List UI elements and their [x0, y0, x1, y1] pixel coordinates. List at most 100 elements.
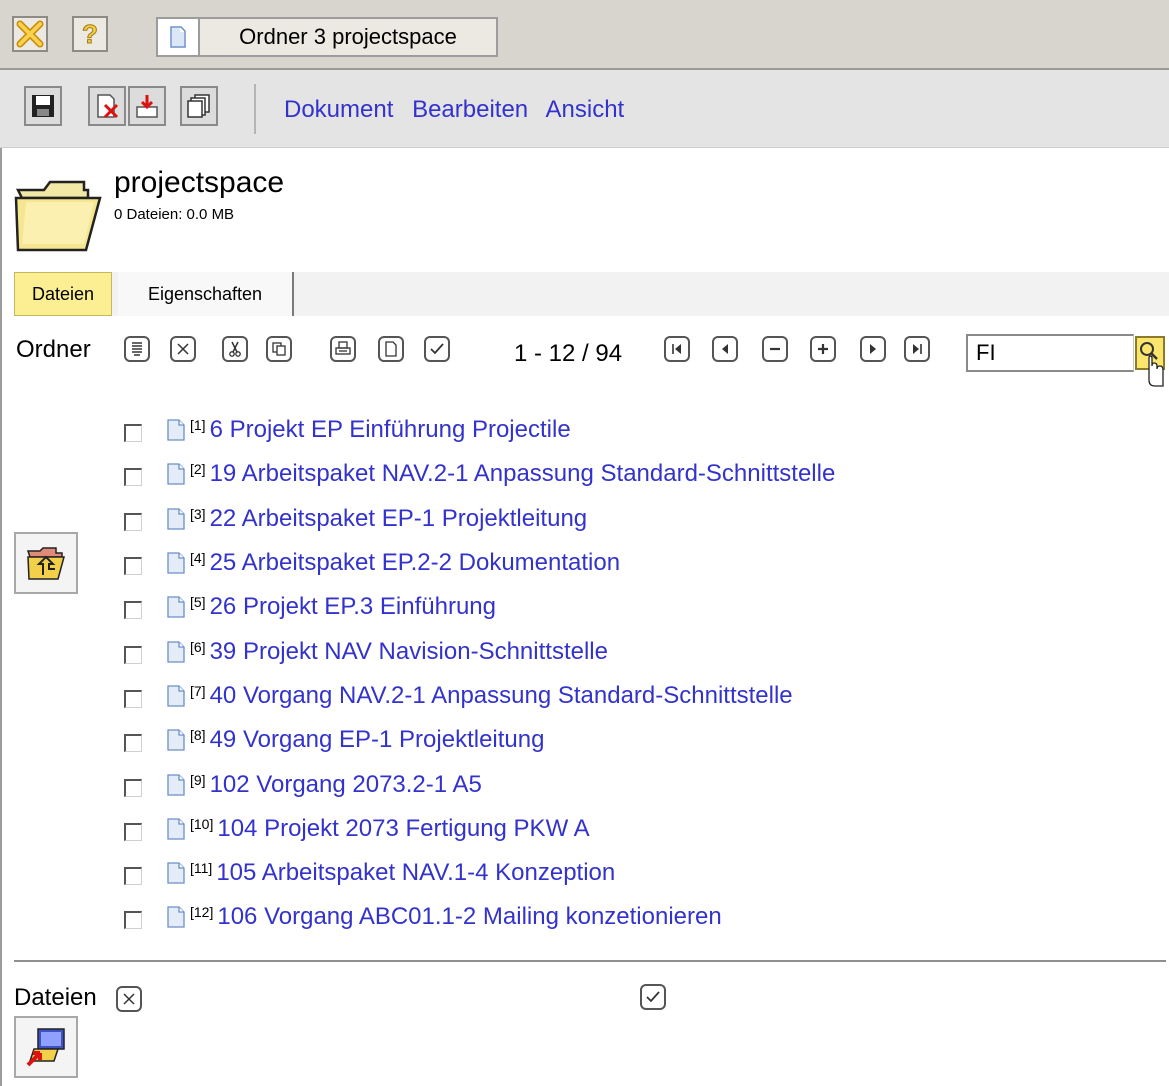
item-link[interactable]: 49 Vorgang EP-1 Projektleitung	[210, 726, 545, 754]
next-icon	[870, 344, 876, 354]
minus-icon	[770, 347, 780, 351]
folder-up-icon	[26, 547, 65, 580]
item-link[interactable]: 102 Vorgang 2073.2-1 A5	[210, 771, 482, 799]
tab-dateien[interactable]: Dateien	[14, 272, 112, 316]
cut-button[interactable]	[222, 336, 248, 362]
copy-button[interactable]	[180, 86, 218, 126]
previous-page-button[interactable]	[712, 336, 738, 362]
list-item: [11] 105 Arbeitspaket NAV.1-4 Konzeption	[124, 851, 835, 895]
item-link[interactable]: 104 Projekt 2073 Fertigung PKW A	[217, 815, 589, 843]
item-link[interactable]: 105 Arbeitspaket NAV.1-4 Konzeption	[216, 859, 615, 887]
scissors-icon	[229, 341, 241, 357]
previous-icon	[722, 344, 728, 354]
close-icon	[16, 20, 44, 48]
document-icon	[166, 463, 186, 486]
item-checkbox[interactable]	[124, 512, 142, 531]
print-button[interactable]	[330, 336, 356, 362]
delete-button[interactable]	[170, 336, 196, 362]
list-item: [2] 19 Arbeitspaket NAV.2-1 Anpassung Sta…	[124, 452, 835, 496]
item-link[interactable]: 19 Arbeitspaket NAV.2-1 Anpassung Standa…	[210, 460, 836, 488]
item-checkbox[interactable]	[124, 778, 142, 797]
download-icon	[136, 95, 158, 118]
list-item: [9] 102 Vorgang 2073.2-1 A5	[124, 762, 835, 806]
item-number: [1]	[190, 417, 206, 434]
item-checkbox[interactable]	[124, 734, 142, 753]
parent-folder-button[interactable]	[14, 532, 78, 594]
item-checkbox[interactable]	[124, 557, 142, 576]
save-button[interactable]	[24, 86, 62, 126]
item-number: [9]	[190, 771, 206, 788]
print-icon	[335, 341, 351, 355]
list-item: [5] 26 Projekt EP.3 Einführung	[124, 585, 835, 629]
toolbar: Dokument Bearbeiten Ansicht	[0, 70, 1169, 148]
item-checkbox[interactable]	[124, 822, 142, 841]
upload-button[interactable]	[14, 1016, 78, 1078]
list-item: [12] 106 Vorgang ABC01.1-2 Mailing konzet…	[124, 895, 835, 939]
remove-files-button[interactable]	[116, 986, 142, 1012]
close-button[interactable]	[12, 16, 48, 52]
x-icon	[177, 343, 189, 355]
item-number: [4]	[190, 550, 206, 567]
item-link[interactable]: 25 Arbeitspaket EP.2-2 Dokumentation	[210, 549, 620, 577]
menu-ansicht[interactable]: Ansicht	[546, 96, 625, 123]
item-checkbox[interactable]	[124, 424, 142, 443]
search-button[interactable]	[1135, 336, 1165, 387]
item-checkbox[interactable]	[124, 911, 142, 930]
folder-info: 0 Dateien: 0.0 MB	[114, 206, 235, 223]
menu-bar: Dokument Bearbeiten Ansicht	[284, 96, 636, 124]
item-checkbox[interactable]	[124, 468, 142, 487]
delete-document-button[interactable]	[88, 86, 126, 126]
item-link[interactable]: 6 Projekt EP Einführung Projectile	[210, 416, 571, 444]
item-link[interactable]: 40 Vorgang NAV.2-1 Anpassung Standard-Sc…	[210, 682, 793, 710]
new-document-button[interactable]	[378, 336, 404, 362]
next-page-button[interactable]	[860, 336, 886, 362]
check-button[interactable]	[424, 336, 450, 362]
document-icon	[166, 685, 186, 707]
item-link[interactable]: 106 Vorgang ABC01.1-2 Mailing konzetioni…	[217, 903, 721, 931]
item-number: [8]	[190, 727, 206, 744]
tab-eigenschaften[interactable]: Eigenschaften	[118, 272, 294, 316]
select-all-button[interactable]	[124, 336, 150, 362]
document-icon	[166, 906, 186, 929]
item-checkbox[interactable]	[124, 689, 142, 708]
list-item: [6] 39 Projekt NAV Navision-Schnittstelle	[124, 629, 835, 673]
document-icon	[166, 596, 186, 618]
item-number: [6]	[190, 638, 206, 655]
list-item: [10] 104 Projekt 2073 Fertigung PKW A	[124, 807, 835, 851]
menu-dokument[interactable]: Dokument	[284, 96, 393, 123]
search-icon	[1140, 342, 1164, 387]
document-tab[interactable]: Ordner 3 projectspace	[156, 17, 498, 57]
tab-bar: Dateien Eigenschaften	[14, 272, 1169, 316]
folder-icon	[14, 168, 106, 259]
menu-bearbeiten[interactable]: Bearbeiten	[412, 96, 528, 123]
last-page-button[interactable]	[904, 336, 930, 362]
search-input[interactable]	[966, 334, 1134, 372]
document-icon	[158, 19, 200, 55]
document-tab-title: Ordner 3 projectspace	[239, 24, 457, 49]
list-icon	[132, 342, 142, 356]
copy-items-button[interactable]	[266, 336, 292, 362]
download-button[interactable]	[128, 86, 166, 126]
list-item: [3] 22 Arbeitspaket EP-1 Projektleitung	[124, 497, 835, 541]
list-item: [1] 6 Projekt EP Einführung Projectile	[124, 408, 835, 452]
confirm-files-button[interactable]	[640, 984, 666, 1010]
more-rows-button[interactable]	[810, 336, 836, 362]
item-link[interactable]: 39 Projekt NAV Navision-Schnittstelle	[210, 638, 608, 666]
document-icon	[166, 552, 186, 574]
help-button[interactable]: ?	[72, 16, 108, 52]
item-number: [2]	[190, 461, 206, 478]
item-checkbox[interactable]	[124, 645, 142, 664]
document-icon	[166, 862, 186, 884]
item-checkbox[interactable]	[124, 601, 142, 620]
item-number: [11]	[190, 860, 213, 877]
fewer-rows-button[interactable]	[762, 336, 788, 362]
upload-icon	[26, 1028, 65, 1067]
item-checkbox[interactable]	[124, 867, 142, 886]
item-link[interactable]: 26 Projekt EP.3 Einführung	[210, 593, 496, 621]
ordner-label: Ordner	[16, 336, 91, 363]
first-page-button[interactable]	[664, 336, 690, 362]
item-number: [5]	[190, 594, 206, 611]
item-link[interactable]: 22 Arbeitspaket EP-1 Projektleitung	[210, 505, 588, 533]
check-icon	[430, 343, 444, 355]
document-icon	[166, 729, 186, 751]
